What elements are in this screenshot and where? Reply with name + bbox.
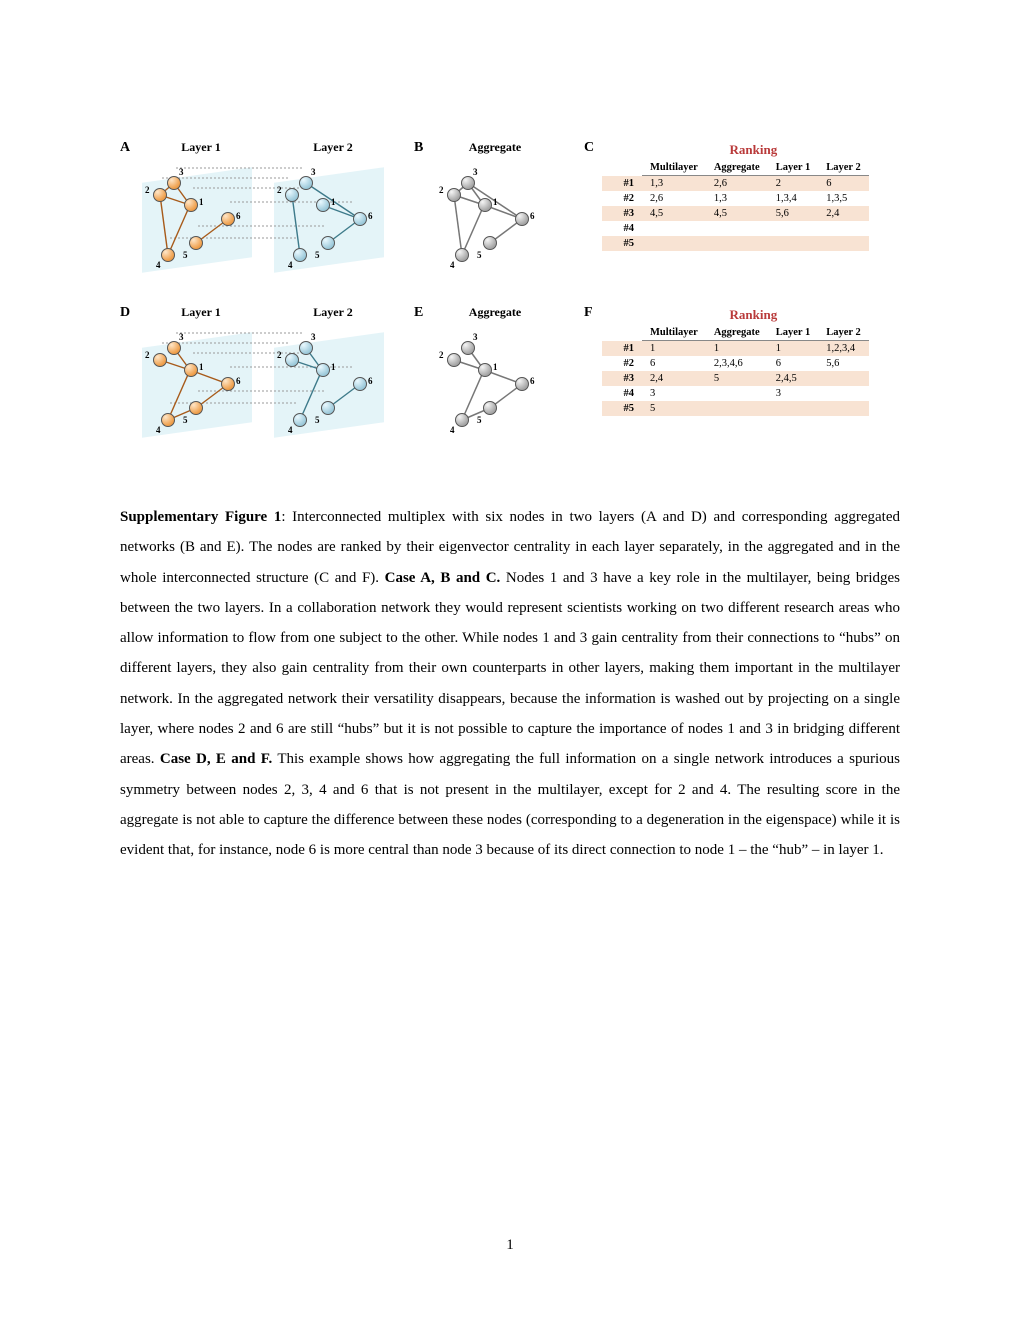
figure-caption: Supplementary Figure 1: Interconnected m…	[120, 502, 900, 866]
panel-letter-B: B	[414, 140, 432, 156]
network-layer1-A: 1 2 3 4 5 6	[138, 157, 258, 277]
caption-lead: Supplementary Figure 1	[120, 509, 281, 525]
panel-A-layer2: Layer 2 1 2 3 4 5	[270, 140, 396, 277]
network-layer1-D: 1 2 3 4 5 6	[138, 322, 258, 442]
caption-caseABC: Case A, B and C.	[385, 570, 501, 586]
caption-body2: Nodes 1 and 3 have a key role in the mul…	[120, 570, 900, 768]
network-layer2-A: 1 2 3 4 5 6	[270, 157, 390, 277]
panels-D-layers: Layer 1 1 2	[138, 305, 402, 442]
panel-letter-C: C	[584, 140, 602, 156]
ranking-table-F: Ranking Multilayer Aggregate Layer 1 Lay…	[602, 307, 869, 416]
panel-D-layer2: Layer 2 1 2 3 4 5	[270, 305, 396, 442]
panel-letter-E: E	[414, 305, 432, 321]
page: A Layer 1	[0, 0, 1020, 1320]
figure-row-2: D Layer 1	[120, 305, 900, 442]
panel-E-aggregate: Aggregate 1 2 3 4 5 6	[432, 305, 558, 442]
panel-D-layer1: Layer 1 1 2	[138, 305, 264, 442]
network-aggregate-E: 1 2 3 4 5 6	[432, 322, 552, 442]
ranking-table: Multilayer Aggregate Layer 1 Layer 2 #11…	[602, 325, 869, 416]
panel-letter-F: F	[584, 305, 602, 321]
aggregate-label: Aggregate	[469, 305, 521, 320]
network-layer2-D: 1 2 3 4 5 6	[270, 322, 390, 442]
figure-row-1: A Layer 1	[120, 140, 900, 277]
ranking-title: Ranking	[638, 142, 869, 158]
caption-caseDEF: Case D, E and F.	[160, 751, 272, 767]
panel-B-aggregate: Aggregate 1 2 3 4	[432, 140, 558, 277]
panel-A-layer1: Layer 1 1 2	[138, 140, 264, 277]
network-aggregate-B: 1 2 3 4 5 6	[432, 157, 552, 277]
caption-body3: This example shows how aggregating the f…	[120, 751, 900, 858]
panels-A-layers: Layer 1 1 2	[138, 140, 402, 277]
panel-letter-A: A	[120, 140, 138, 156]
panel-letter-D: D	[120, 305, 138, 321]
ranking-table: Multilayer Aggregate Layer 1 Layer 2 #11…	[602, 160, 869, 251]
aggregate-label: Aggregate	[469, 140, 521, 155]
ranking-title: Ranking	[638, 307, 869, 323]
page-number: 1	[0, 1237, 1020, 1254]
ranking-table-C: Ranking Multilayer Aggregate Layer 1 Lay…	[602, 142, 869, 251]
